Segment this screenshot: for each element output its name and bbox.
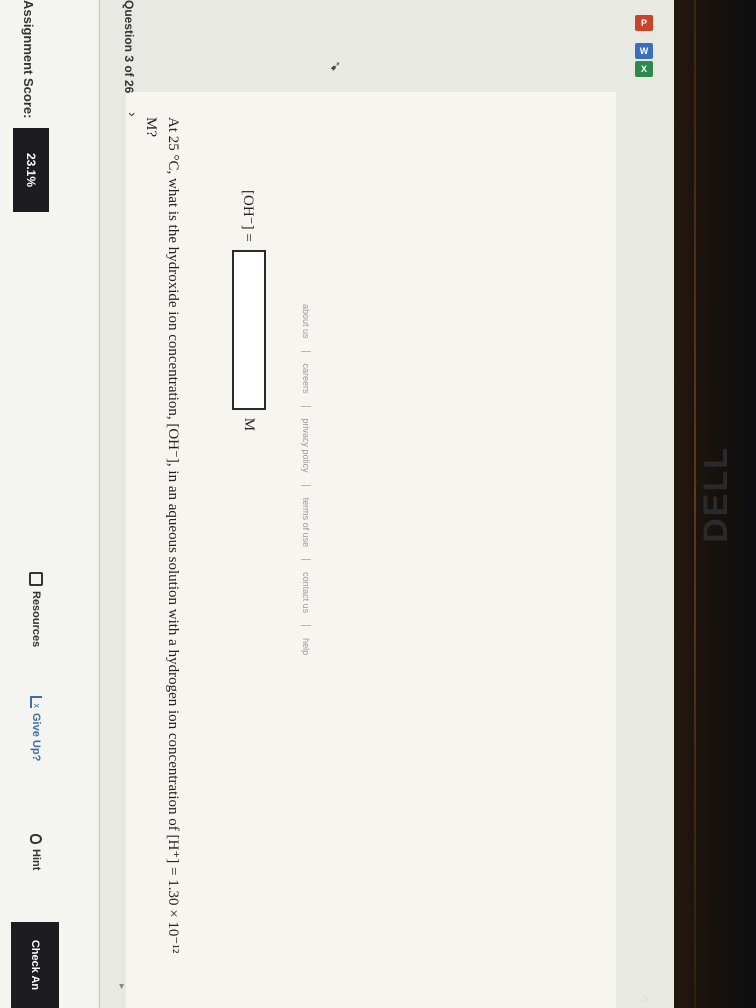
scroll-right-arrow-icon[interactable]: ▸ (116, 984, 127, 989)
monitor-bezel (694, 0, 696, 1008)
question-panel (126, 92, 616, 1008)
hint-label: Hint (30, 849, 42, 871)
give-up-label: Give Up? (30, 713, 42, 762)
footer-links: about us careers privacy policy terms of… (301, 292, 311, 667)
assignment-score-badge: 23.1% (13, 128, 49, 212)
answer-label: [OH⁻] = (240, 190, 257, 242)
give-up-icon: x (30, 696, 42, 708)
footer-link-contact[interactable]: contact us (301, 560, 311, 627)
give-up-button[interactable]: x Give Up? (24, 696, 48, 761)
resources-label: Resources (30, 591, 42, 648)
word-icon[interactable]: W (635, 43, 653, 59)
footer-link-about[interactable]: about us (301, 292, 311, 352)
footer-link-privacy[interactable]: privacy policy (301, 406, 311, 486)
assignment-score-label: Assignment Score: (21, 0, 36, 119)
answer-row: [OH⁻] = M (232, 190, 266, 431)
resources-icon (29, 572, 43, 586)
question-text: At 25 °C, what is the hydroxide ion conc… (143, 117, 181, 954)
lightbulb-icon (30, 834, 42, 844)
question-counter: Question 3 of 26 (122, 0, 136, 94)
footer-link-terms[interactable]: terms of use (301, 485, 311, 561)
header-divider (99, 0, 100, 1008)
dell-logo: DELL (697, 446, 735, 543)
footer-link-careers[interactable]: careers (301, 351, 311, 407)
hint-button[interactable]: Hint (24, 834, 48, 870)
check-answer-button[interactable]: Check An (11, 922, 59, 1008)
taskbar-chevron-icon[interactable]: ^ (636, 990, 652, 1008)
answer-input[interactable] (232, 249, 266, 410)
powerpoint-icon[interactable]: P (635, 15, 653, 31)
excel-icon[interactable]: X (635, 61, 653, 77)
resources-button[interactable]: Resources (24, 572, 48, 647)
next-question-chevron-icon[interactable]: › (125, 112, 141, 117)
monitor-screen: DELL P W X ^ At 25 °C, what is the hydro… (0, 0, 756, 1008)
footer-link-help[interactable]: help (301, 626, 311, 667)
mouse-cursor-icon: ➹ (329, 57, 342, 74)
answer-unit: M (241, 417, 258, 432)
